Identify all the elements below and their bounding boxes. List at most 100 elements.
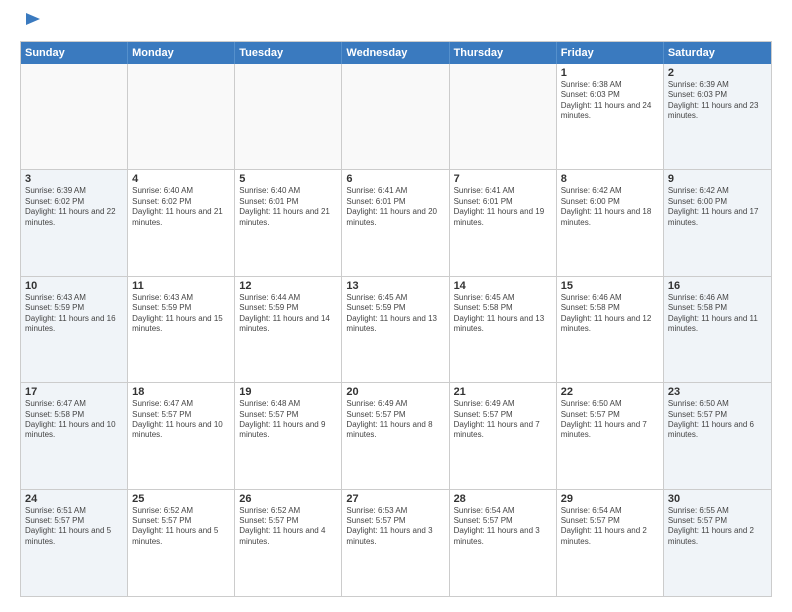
day-cell-23: 23Sunrise: 6:50 AMSunset: 5:57 PMDayligh…: [664, 383, 771, 488]
day-cell-16: 16Sunrise: 6:46 AMSunset: 5:58 PMDayligh…: [664, 277, 771, 382]
empty-cell: [342, 64, 449, 169]
day-number: 23: [668, 386, 767, 398]
day-info: Sunrise: 6:45 AMSunset: 5:59 PMDaylight:…: [346, 293, 444, 335]
day-cell-30: 30Sunrise: 6:55 AMSunset: 5:57 PMDayligh…: [664, 490, 771, 596]
logo-flag-icon: [22, 11, 42, 31]
day-info: Sunrise: 6:53 AMSunset: 5:57 PMDaylight:…: [346, 506, 444, 548]
day-cell-26: 26Sunrise: 6:52 AMSunset: 5:57 PMDayligh…: [235, 490, 342, 596]
day-info: Sunrise: 6:41 AMSunset: 6:01 PMDaylight:…: [346, 186, 444, 228]
day-info: Sunrise: 6:55 AMSunset: 5:57 PMDaylight:…: [668, 506, 767, 548]
day-cell-12: 12Sunrise: 6:44 AMSunset: 5:59 PMDayligh…: [235, 277, 342, 382]
day-cell-9: 9Sunrise: 6:42 AMSunset: 6:00 PMDaylight…: [664, 170, 771, 275]
empty-cell: [128, 64, 235, 169]
day-info: Sunrise: 6:47 AMSunset: 5:57 PMDaylight:…: [132, 399, 230, 441]
day-cell-28: 28Sunrise: 6:54 AMSunset: 5:57 PMDayligh…: [450, 490, 557, 596]
day-info: Sunrise: 6:44 AMSunset: 5:59 PMDaylight:…: [239, 293, 337, 335]
day-cell-20: 20Sunrise: 6:49 AMSunset: 5:57 PMDayligh…: [342, 383, 449, 488]
empty-cell: [235, 64, 342, 169]
day-info: Sunrise: 6:52 AMSunset: 5:57 PMDaylight:…: [132, 506, 230, 548]
header-day-monday: Monday: [128, 42, 235, 64]
day-number: 10: [25, 280, 123, 292]
day-cell-27: 27Sunrise: 6:53 AMSunset: 5:57 PMDayligh…: [342, 490, 449, 596]
day-info: Sunrise: 6:39 AMSunset: 6:02 PMDaylight:…: [25, 186, 123, 228]
day-cell-17: 17Sunrise: 6:47 AMSunset: 5:58 PMDayligh…: [21, 383, 128, 488]
empty-cell: [450, 64, 557, 169]
week-row-5: 24Sunrise: 6:51 AMSunset: 5:57 PMDayligh…: [21, 490, 771, 596]
day-number: 9: [668, 173, 767, 185]
day-cell-18: 18Sunrise: 6:47 AMSunset: 5:57 PMDayligh…: [128, 383, 235, 488]
day-cell-11: 11Sunrise: 6:43 AMSunset: 5:59 PMDayligh…: [128, 277, 235, 382]
day-number: 28: [454, 493, 552, 505]
day-info: Sunrise: 6:46 AMSunset: 5:58 PMDaylight:…: [668, 293, 767, 335]
day-info: Sunrise: 6:54 AMSunset: 5:57 PMDaylight:…: [561, 506, 659, 548]
day-number: 30: [668, 493, 767, 505]
header: [20, 15, 772, 31]
week-row-4: 17Sunrise: 6:47 AMSunset: 5:58 PMDayligh…: [21, 383, 771, 489]
day-cell-1: 1Sunrise: 6:38 AMSunset: 6:03 PMDaylight…: [557, 64, 664, 169]
day-info: Sunrise: 6:39 AMSunset: 6:03 PMDaylight:…: [668, 80, 767, 122]
header-day-saturday: Saturday: [664, 42, 771, 64]
day-info: Sunrise: 6:45 AMSunset: 5:58 PMDaylight:…: [454, 293, 552, 335]
day-number: 29: [561, 493, 659, 505]
day-number: 18: [132, 386, 230, 398]
day-info: Sunrise: 6:41 AMSunset: 6:01 PMDaylight:…: [454, 186, 552, 228]
day-info: Sunrise: 6:40 AMSunset: 6:01 PMDaylight:…: [239, 186, 337, 228]
day-number: 21: [454, 386, 552, 398]
day-info: Sunrise: 6:50 AMSunset: 5:57 PMDaylight:…: [668, 399, 767, 441]
day-info: Sunrise: 6:42 AMSunset: 6:00 PMDaylight:…: [561, 186, 659, 228]
day-number: 26: [239, 493, 337, 505]
day-info: Sunrise: 6:43 AMSunset: 5:59 PMDaylight:…: [25, 293, 123, 335]
day-cell-21: 21Sunrise: 6:49 AMSunset: 5:57 PMDayligh…: [450, 383, 557, 488]
day-cell-25: 25Sunrise: 6:52 AMSunset: 5:57 PMDayligh…: [128, 490, 235, 596]
day-number: 19: [239, 386, 337, 398]
calendar-body: 1Sunrise: 6:38 AMSunset: 6:03 PMDaylight…: [21, 64, 771, 596]
day-cell-10: 10Sunrise: 6:43 AMSunset: 5:59 PMDayligh…: [21, 277, 128, 382]
day-info: Sunrise: 6:38 AMSunset: 6:03 PMDaylight:…: [561, 80, 659, 122]
day-info: Sunrise: 6:46 AMSunset: 5:58 PMDaylight:…: [561, 293, 659, 335]
day-cell-13: 13Sunrise: 6:45 AMSunset: 5:59 PMDayligh…: [342, 277, 449, 382]
day-cell-7: 7Sunrise: 6:41 AMSunset: 6:01 PMDaylight…: [450, 170, 557, 275]
day-number: 22: [561, 386, 659, 398]
day-number: 2: [668, 67, 767, 79]
day-number: 6: [346, 173, 444, 185]
day-number: 15: [561, 280, 659, 292]
day-cell-29: 29Sunrise: 6:54 AMSunset: 5:57 PMDayligh…: [557, 490, 664, 596]
day-cell-3: 3Sunrise: 6:39 AMSunset: 6:02 PMDaylight…: [21, 170, 128, 275]
day-number: 13: [346, 280, 444, 292]
day-number: 14: [454, 280, 552, 292]
day-info: Sunrise: 6:54 AMSunset: 5:57 PMDaylight:…: [454, 506, 552, 548]
day-number: 24: [25, 493, 123, 505]
day-cell-6: 6Sunrise: 6:41 AMSunset: 6:01 PMDaylight…: [342, 170, 449, 275]
page: SundayMondayTuesdayWednesdayThursdayFrid…: [0, 0, 792, 612]
day-info: Sunrise: 6:43 AMSunset: 5:59 PMDaylight:…: [132, 293, 230, 335]
day-info: Sunrise: 6:49 AMSunset: 5:57 PMDaylight:…: [346, 399, 444, 441]
empty-cell: [21, 64, 128, 169]
day-number: 5: [239, 173, 337, 185]
day-number: 20: [346, 386, 444, 398]
day-number: 11: [132, 280, 230, 292]
header-day-thursday: Thursday: [450, 42, 557, 64]
day-cell-8: 8Sunrise: 6:42 AMSunset: 6:00 PMDaylight…: [557, 170, 664, 275]
day-number: 25: [132, 493, 230, 505]
day-cell-15: 15Sunrise: 6:46 AMSunset: 5:58 PMDayligh…: [557, 277, 664, 382]
day-info: Sunrise: 6:51 AMSunset: 5:57 PMDaylight:…: [25, 506, 123, 548]
day-cell-2: 2Sunrise: 6:39 AMSunset: 6:03 PMDaylight…: [664, 64, 771, 169]
day-number: 27: [346, 493, 444, 505]
day-number: 1: [561, 67, 659, 79]
day-number: 17: [25, 386, 123, 398]
day-info: Sunrise: 6:50 AMSunset: 5:57 PMDaylight:…: [561, 399, 659, 441]
day-info: Sunrise: 6:52 AMSunset: 5:57 PMDaylight:…: [239, 506, 337, 548]
day-number: 12: [239, 280, 337, 292]
day-cell-19: 19Sunrise: 6:48 AMSunset: 5:57 PMDayligh…: [235, 383, 342, 488]
calendar-header: SundayMondayTuesdayWednesdayThursdayFrid…: [21, 42, 771, 64]
day-number: 3: [25, 173, 123, 185]
week-row-3: 10Sunrise: 6:43 AMSunset: 5:59 PMDayligh…: [21, 277, 771, 383]
header-day-sunday: Sunday: [21, 42, 128, 64]
day-cell-22: 22Sunrise: 6:50 AMSunset: 5:57 PMDayligh…: [557, 383, 664, 488]
day-cell-14: 14Sunrise: 6:45 AMSunset: 5:58 PMDayligh…: [450, 277, 557, 382]
day-info: Sunrise: 6:49 AMSunset: 5:57 PMDaylight:…: [454, 399, 552, 441]
day-number: 7: [454, 173, 552, 185]
day-cell-5: 5Sunrise: 6:40 AMSunset: 6:01 PMDaylight…: [235, 170, 342, 275]
header-day-tuesday: Tuesday: [235, 42, 342, 64]
logo: [20, 15, 42, 31]
